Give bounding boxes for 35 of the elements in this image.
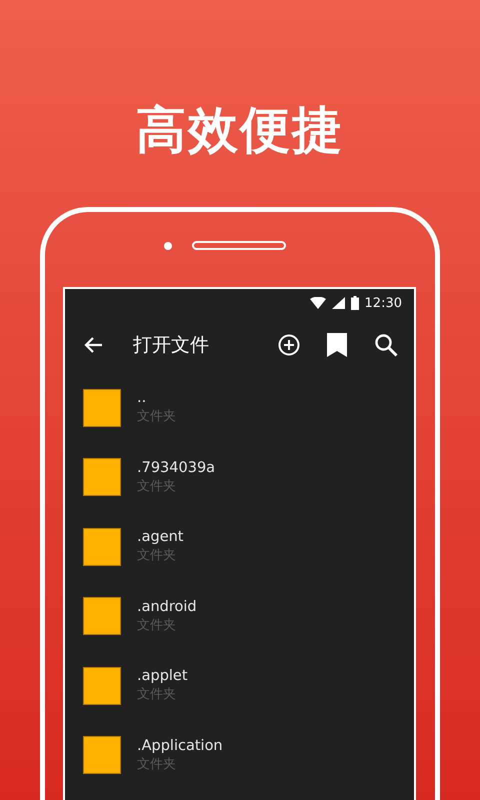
file-row[interactable]: .7934039a 文件夹 (65, 442, 414, 512)
file-name: .applet (137, 667, 188, 686)
headline: 高效便捷 (136, 100, 344, 161)
file-type: 文件夹 (137, 686, 177, 704)
file-row[interactable]: .applet 文件夹 (65, 651, 414, 720)
folder-icon (83, 388, 121, 427)
file-name: .agent (137, 528, 184, 548)
file-type: 文件夹 (137, 478, 177, 496)
file-row[interactable]: .Application 文件夹 (65, 720, 414, 790)
camera-dot (164, 242, 172, 250)
file-type: 文件夹 (137, 547, 177, 566)
toolbar-title: 打开文件 (133, 333, 210, 358)
folder-icon (83, 597, 121, 636)
back-icon[interactable] (83, 336, 103, 354)
file-name: .Application (137, 736, 223, 756)
add-circle-icon[interactable] (278, 334, 300, 356)
file-name: .7934039a (137, 458, 216, 478)
file-row[interactable]: .android 文件夹 (65, 582, 414, 651)
folder-icon (83, 458, 121, 496)
file-name: .android (137, 598, 197, 617)
folder-icon (83, 528, 121, 566)
file-name: .. (137, 389, 148, 408)
file-type: 文件夹 (137, 408, 176, 426)
file-row[interactable]: .. 文件夹 (65, 373, 414, 442)
status-time: 12:30 (364, 296, 402, 310)
folder-icon (83, 736, 121, 774)
search-icon[interactable] (374, 333, 398, 357)
file-type: 文件夹 (137, 616, 177, 635)
file-row[interactable]: .agent 文件夹 (65, 512, 414, 582)
folder-icon (83, 666, 121, 705)
signal-icon (332, 297, 345, 309)
wifi-icon (310, 297, 326, 309)
file-type: 文件夹 (137, 756, 177, 774)
battery-icon (350, 296, 359, 310)
bookmark-icon[interactable] (327, 333, 347, 357)
